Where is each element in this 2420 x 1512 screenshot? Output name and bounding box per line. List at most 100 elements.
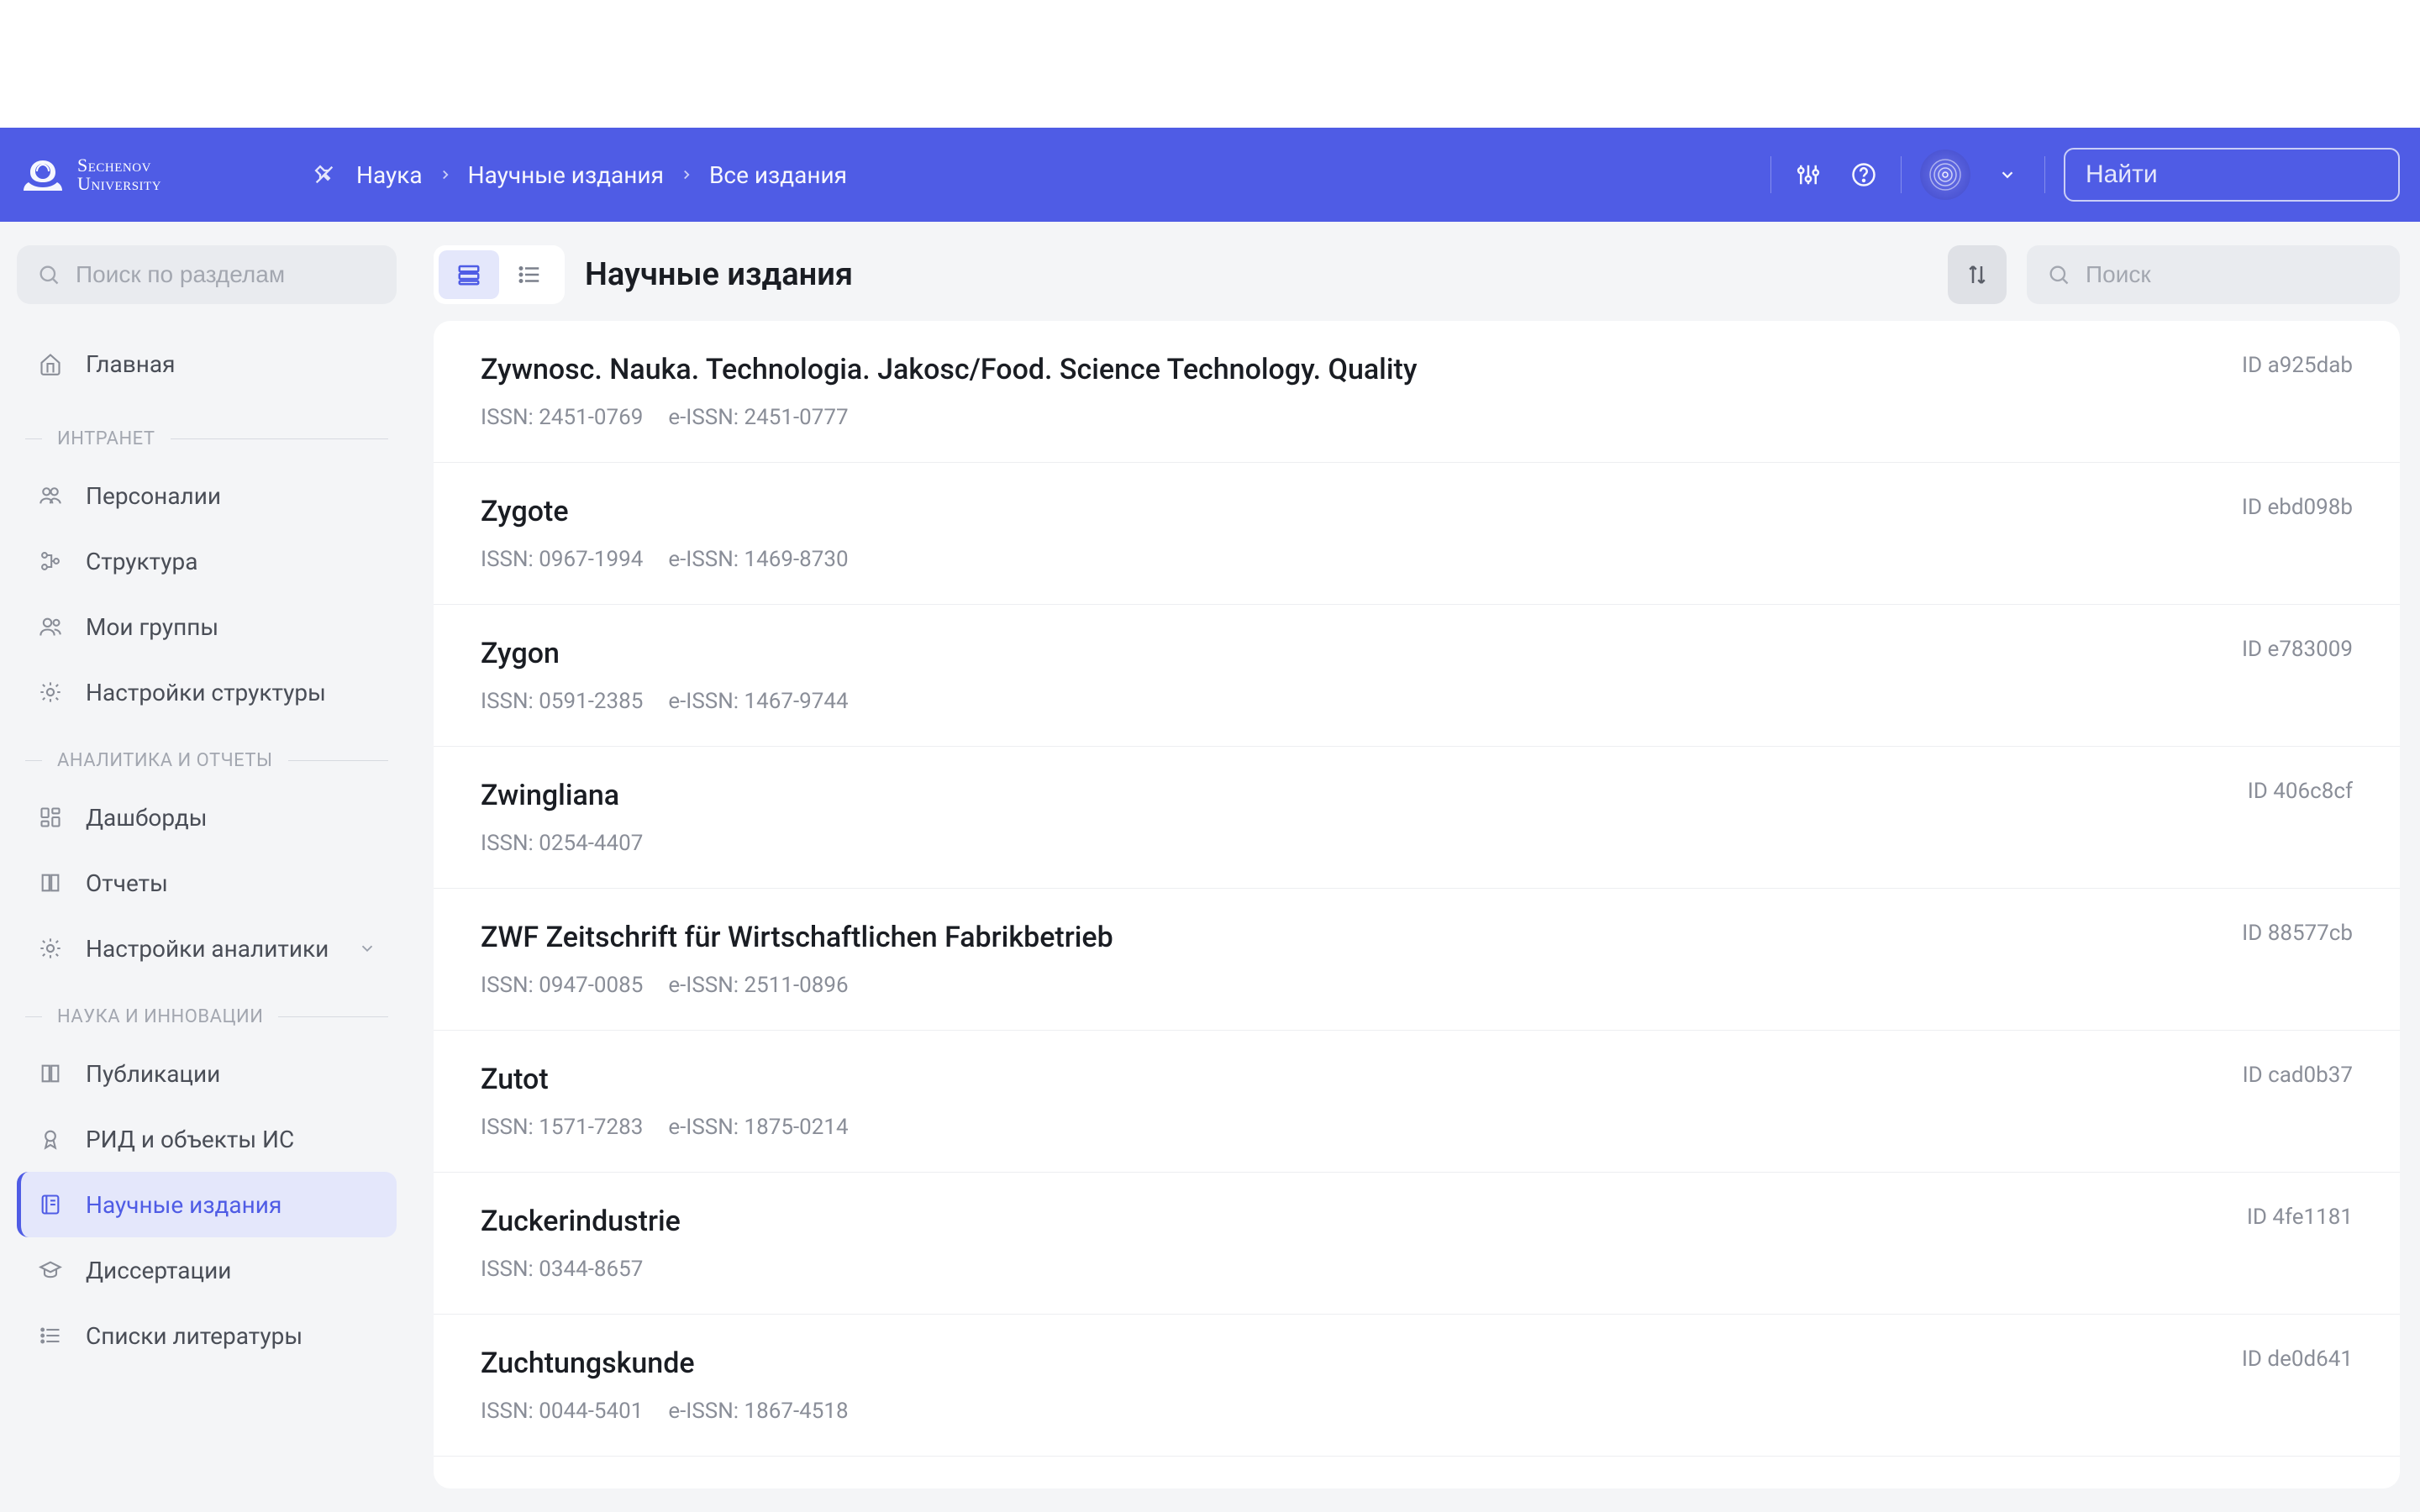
view-list-button[interactable] [499, 250, 560, 299]
chevron-down-icon [358, 939, 376, 958]
result-title: Zutot [481, 1063, 2353, 1096]
result-row[interactable]: ZWF Zeitschrift für Wirtschaftlichen Fab… [434, 889, 2400, 1031]
result-row[interactable]: Zuchtungskunde ISSN: 0044-5401e-ISSN: 18… [434, 1315, 2400, 1457]
sidebar-item-label: Персоналии [86, 482, 221, 510]
sort-icon [1965, 262, 1990, 287]
result-id: ID cad0b37 [2243, 1063, 2353, 1088]
sidebar-item-personnel[interactable]: Персоналии [17, 463, 397, 528]
result-title: Zygon [481, 637, 2353, 670]
result-meta: ISSN: 1571-7283e-ISSN: 1875-0214 [481, 1115, 2353, 1140]
sidebar-item-rid[interactable]: РИД и объекты ИС [17, 1106, 397, 1172]
result-row[interactable]: Zutot ISSN: 1571-7283e-ISSN: 1875-0214 I… [434, 1031, 2400, 1173]
result-row[interactable]: Zuckerindustrie ISSN: 0344-8657 ID 4fe11… [434, 1173, 2400, 1315]
sidebar-section-title: НАУКА И ИННОВАЦИИ [57, 1006, 263, 1027]
sidebar-item-label: Структура [86, 548, 197, 575]
issn-value: ISSN: 0967-1994 [481, 547, 643, 572]
gear-icon [37, 935, 64, 962]
header-divider [2044, 156, 2045, 193]
logo-icon [20, 157, 66, 192]
user-menu-toggle[interactable] [1989, 156, 2026, 193]
result-meta: ISSN: 0947-0085 e-ISSN: 2511-0896 [481, 973, 2353, 998]
sidebar-section-title: ИНТРАНЕТ [57, 428, 155, 449]
help-button[interactable] [1845, 156, 1882, 193]
sidebar-item-home[interactable]: Главная [17, 331, 397, 396]
chevron-right-icon [438, 167, 453, 182]
result-row[interactable]: Zygon ISSN: 0591-2385e-ISSN: 1467-9744 I… [434, 605, 2400, 747]
pin-button[interactable] [313, 163, 336, 186]
eissn-value: e-ISSN: 1875-0214 [668, 1115, 848, 1140]
sidebar-item-label: Списки литературы [86, 1322, 302, 1350]
result-title: Zygote [481, 495, 2353, 528]
result-id: ID de0d641 [2242, 1347, 2353, 1372]
page-title: Научные издания [585, 256, 853, 293]
main-search-input[interactable] [2086, 261, 2389, 288]
eissn-value: e-ISSN: 1467-9744 [668, 689, 848, 714]
issn-value: ISSN: 0591-2385 [481, 689, 643, 714]
list-icon [37, 1322, 64, 1349]
logo-line1: Sechenov [77, 156, 161, 175]
breadcrumb-item-0[interactable]: Наука [356, 161, 423, 189]
sidebar-search[interactable] [17, 245, 397, 304]
graduation-icon [37, 1257, 64, 1284]
sidebar-item-publications[interactable]: Публикации [17, 1041, 397, 1106]
header-right [1770, 148, 2400, 202]
main-search[interactable] [2027, 245, 2400, 304]
sidebar-item-struct-settings[interactable]: Настройки структуры [17, 659, 397, 725]
header-divider [1770, 156, 1771, 193]
sidebar-item-analytics-settings[interactable]: Настройки аналитики [17, 916, 397, 981]
result-title: Zywnosc. Nauka. Technologia. Jakosc/Food… [481, 353, 2353, 386]
tree-icon [37, 548, 64, 575]
view-cards-button[interactable] [439, 250, 499, 299]
sidebar-item-label: Дашборды [86, 804, 208, 832]
result-row[interactable]: Zywnosc. Nauka. Technologia. Jakosc/Food… [434, 321, 2400, 463]
result-meta: ISSN: 2451-0769 e-ISSN: 2451-0777 [481, 405, 2353, 430]
result-title: Zuchtungskunde [481, 1347, 2353, 1380]
result-id: ID 406c8cf [2248, 779, 2353, 804]
user-avatar[interactable] [1920, 150, 1970, 200]
sidebar-item-dissertations[interactable]: Диссертации [17, 1237, 397, 1303]
global-search[interactable] [2064, 148, 2400, 202]
body-wrap: Главная ИНТРАНЕТ Персоналии Структура Мои г… [0, 222, 2420, 1512]
gear-icon [37, 679, 64, 706]
result-row[interactable]: Zygote ISSN: 0967-1994e-ISSN: 1469-8730 … [434, 463, 2400, 605]
logo-line2: University [77, 175, 161, 193]
result-row[interactable]: Zwingliana ISSN: 0254-4407 ID 406c8cf [434, 747, 2400, 889]
sidebar-section-header: НАУКА И ИННОВАЦИИ [17, 981, 397, 1041]
sidebar-item-references[interactable]: Списки литературы [17, 1303, 397, 1368]
settings-sliders-button[interactable] [1790, 156, 1827, 193]
chevron-right-icon [679, 167, 694, 182]
result-id: ID 88577cb [2242, 921, 2353, 946]
help-icon [1851, 162, 1876, 187]
sidebar-item-dashboards[interactable]: Дашборды [17, 785, 397, 850]
book-icon [37, 1060, 64, 1087]
issn-value: ISSN: 0254-4407 [481, 831, 643, 856]
top-whitespace [0, 0, 2420, 128]
search-icon [2047, 263, 2070, 286]
result-title: Zwingliana [481, 779, 2353, 812]
breadcrumb: Наука Научные издания Все издания [356, 161, 847, 189]
sidebar-item-mygroups[interactable]: Мои группы [17, 594, 397, 659]
breadcrumb-item-2[interactable]: Все издания [709, 161, 847, 189]
sidebar-item-reports[interactable]: Отчеты [17, 850, 397, 916]
fingerprint-icon [1928, 157, 1963, 192]
people2-icon [37, 613, 64, 640]
eissn-value: e-ISSN: 2451-0777 [668, 405, 848, 430]
result-id: ID 4fe1181 [2247, 1205, 2353, 1230]
logo-text: Sechenov University [77, 156, 161, 193]
sidebar: Главная ИНТРАНЕТ Персоналии Структура Мои г… [0, 222, 413, 1512]
sort-button[interactable] [1948, 245, 2007, 304]
result-id: ID a925dab [2242, 353, 2353, 378]
results-card: Zywnosc. Nauka. Technologia. Jakosc/Food… [434, 321, 2400, 1488]
sidebar-item-structure[interactable]: Структура [17, 528, 397, 594]
issn-value: ISSN: 2451-0769 [481, 405, 643, 430]
breadcrumb-item-1[interactable]: Научные издания [468, 161, 664, 189]
sidebar-item-label: Настройки структуры [86, 679, 326, 706]
issn-value: ISSN: 0947-0085 [481, 973, 643, 998]
sidebar-search-input[interactable] [76, 261, 379, 288]
sidebar-item-label: Отчеты [86, 869, 168, 897]
sidebar-item-journals[interactable]: Научные издания [17, 1172, 397, 1237]
result-meta: ISSN: 0967-1994e-ISSN: 1469-8730 [481, 547, 2353, 572]
eissn-value: e-ISSN: 2511-0896 [668, 973, 848, 998]
global-search-input[interactable] [2086, 160, 2410, 189]
main-content: Научные издания Zywnosc. Nauka. Technolo… [413, 222, 2420, 1512]
